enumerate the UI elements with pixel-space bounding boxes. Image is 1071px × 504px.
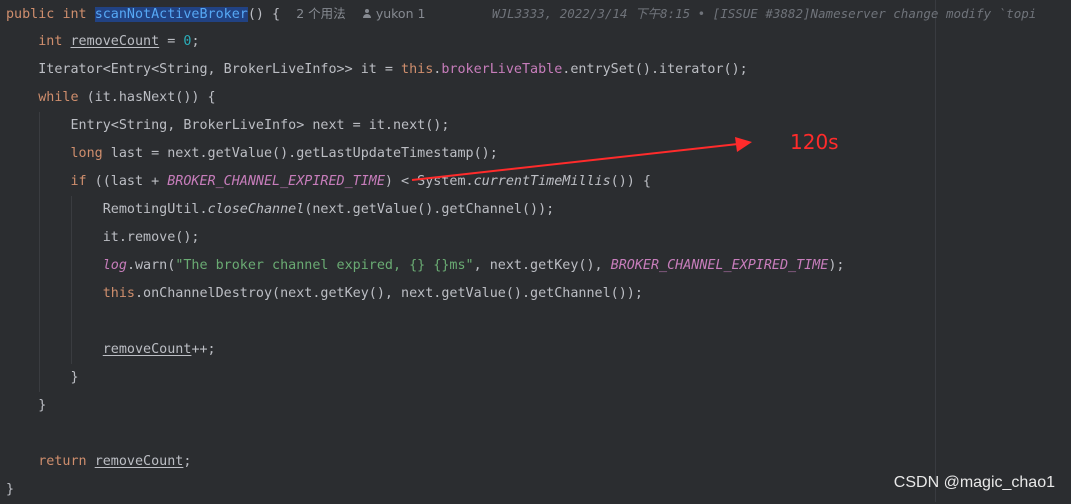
keyword: while [38, 90, 79, 105]
static-method: closeChannel [207, 202, 305, 217]
code-text: (next.getValue().getChannel()); [304, 202, 555, 217]
code-text: .onChannelDestroy(next.getKey(), next.ge… [135, 286, 643, 301]
code-text: RemotingUtil. [102, 202, 208, 217]
code-line[interactable]: log.warn("The broker channel expired, {}… [6, 252, 845, 280]
keyword: public [6, 7, 55, 22]
code-line[interactable]: if ((last + BROKER_CHANNEL_EXPIRED_TIME)… [6, 168, 651, 196]
code-text: ) < System. [384, 174, 474, 189]
code-line[interactable]: it.remove(); [6, 224, 200, 252]
code-text: ((last + [86, 174, 168, 189]
constant: BROKER_CHANNEL_EXPIRED_TIME [167, 174, 385, 189]
code-text: } [70, 370, 79, 385]
author-hint[interactable]: yukon 1 [362, 6, 426, 21]
code-line[interactable]: int removeCount = 0; [6, 28, 200, 56]
code-text: = [159, 34, 184, 49]
code-text: (it.hasNext()) { [78, 90, 216, 105]
keyword: if [70, 174, 87, 189]
keyword: return [38, 454, 87, 469]
code-line[interactable]: long last = next.getValue().getLastUpdat… [6, 140, 498, 168]
code-line[interactable]: RemotingUtil.closeChannel(next.getValue(… [6, 196, 554, 224]
code-text: ++; [191, 342, 216, 357]
code-line[interactable]: removeCount++; [6, 336, 216, 364]
code-text: () { [247, 7, 281, 22]
code-text: } [38, 398, 47, 413]
field: brokerLiveTable [441, 62, 563, 77]
code-line[interactable]: } [6, 476, 14, 504]
code-text: ; [191, 34, 200, 49]
code-text: .warn( [126, 258, 176, 273]
code-text: ); [828, 258, 845, 273]
usages-hint[interactable]: 2 个用法 [296, 6, 345, 21]
code-line[interactable]: Iterator<Entry<String, BrokerLiveInfo>> … [6, 56, 748, 84]
code-line[interactable]: Entry<String, BrokerLiveInfo> next = it.… [6, 112, 450, 140]
method-name[interactable]: scanNotActiveBroker [94, 7, 248, 22]
author-label: yukon 1 [375, 6, 426, 21]
annotation-label: 120s [790, 130, 839, 154]
code-text: } [6, 482, 15, 497]
variable: removeCount [70, 34, 160, 49]
watermark: CSDN @magic_chao1 [893, 474, 1055, 491]
code-text: last = next.getValue().getLastUpdateTime… [102, 146, 498, 161]
code-text: ()) { [610, 174, 651, 189]
code-text: it.remove(); [102, 230, 200, 245]
keyword: int [62, 7, 87, 22]
code-text: Entry<String, BrokerLiveInfo> next = it.… [70, 118, 450, 133]
code-line[interactable]: this.onChannelDestroy(next.getKey(), nex… [6, 280, 643, 308]
variable: removeCount [94, 454, 184, 469]
code-text: .entrySet().iterator(); [562, 62, 748, 77]
code-text: ; [183, 454, 192, 469]
code-line[interactable]: } [6, 364, 79, 392]
constant: BROKER_CHANNEL_EXPIRED_TIME [610, 258, 829, 273]
keyword: this [102, 286, 135, 301]
keyword: this [401, 62, 434, 77]
code-line[interactable]: public int scanNotActiveBroker() { 2 个用法… [6, 0, 425, 28]
keyword: long [70, 146, 103, 161]
code-line[interactable]: while (it.hasNext()) { [6, 84, 216, 112]
person-icon [362, 9, 372, 19]
code-line[interactable]: return removeCount; [6, 448, 191, 476]
static-method: currentTimeMillis [473, 174, 611, 189]
variable: removeCount [102, 342, 192, 357]
string-literal: "The broker channel expired, {} {}ms" [175, 258, 474, 273]
code-text: , next.getKey(), [473, 258, 611, 273]
code-text: Iterator<Entry<String, BrokerLiveInfo>> … [38, 62, 402, 77]
git-blame-annotation[interactable]: WJL3333, 2022/3/14 下午8:15 • [ISSUE #3882… [492, 0, 1036, 28]
log-field: log [102, 258, 127, 273]
code-editor[interactable]: public int scanNotActiveBroker() { 2 个用法… [0, 0, 1071, 502]
keyword: int [38, 34, 63, 49]
code-line[interactable]: } [6, 392, 46, 420]
right-margin-guide [935, 0, 936, 502]
